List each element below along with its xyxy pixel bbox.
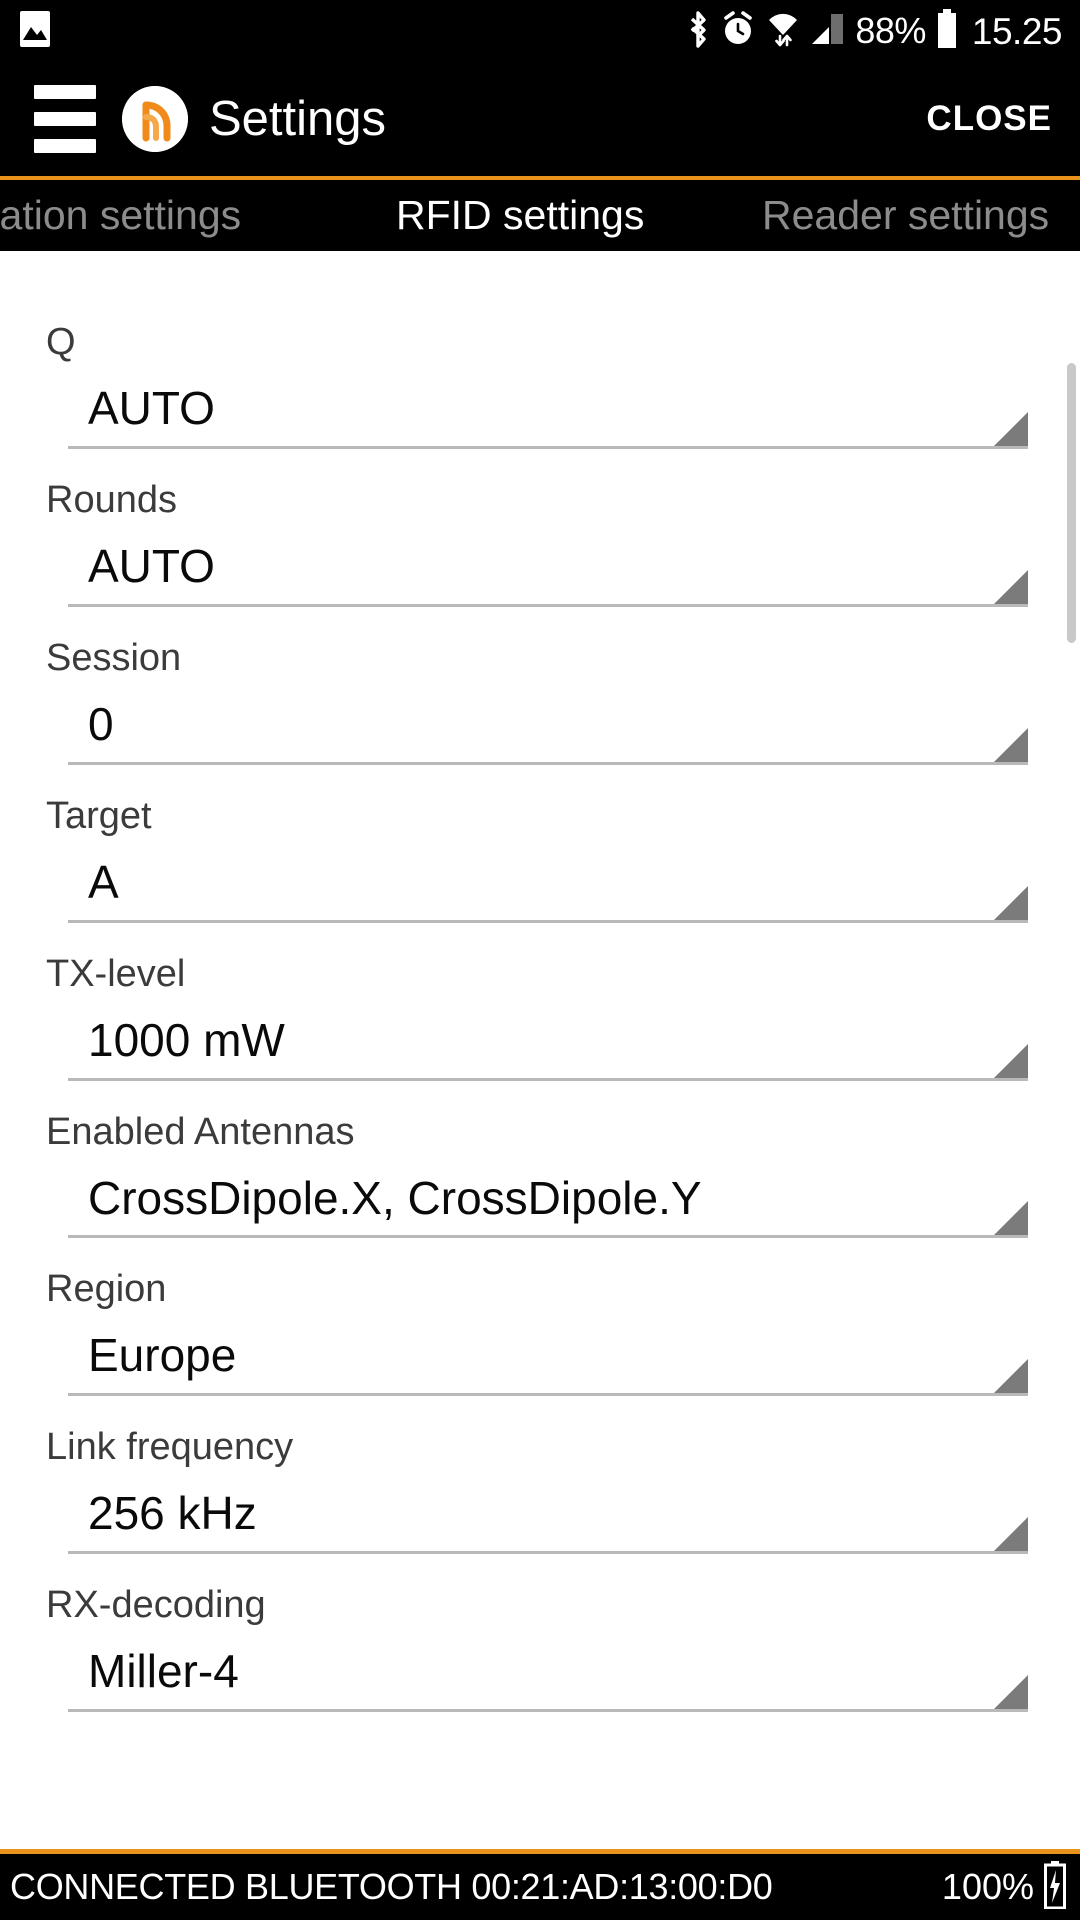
field-label: TX-level (46, 952, 186, 995)
field-label: Session (46, 636, 182, 679)
battery-icon (1044, 1860, 1066, 1914)
field-rx-decoding: RX-decoding Miller-4 (0, 1586, 1080, 1728)
chevron-down-icon (994, 727, 1028, 762)
field-label: Enabled Antennas (46, 1110, 355, 1153)
status-clock: 15.25 (971, 10, 1063, 52)
spinner-underline (68, 1359, 1028, 1397)
tab-bar: plication settings RFID settings Reader … (0, 180, 1080, 251)
spinner-session[interactable]: 0 (68, 697, 1028, 781)
spinner-link-frequency[interactable]: 256 kHz (68, 1490, 1028, 1570)
field-region: Region Europe (0, 1270, 1080, 1412)
spinner-enabled-antennas[interactable]: CrossDipole.X, CrossDipole.Y (68, 1171, 1028, 1255)
chevron-down-icon (994, 411, 1028, 446)
chevron-down-icon (994, 1675, 1028, 1710)
rfid-settings-form: Q AUTO Rounds AUTO Session 0 Target A TX… (0, 251, 1080, 1728)
connection-status-bar: CONNECTED BLUETOOTH 00:21:AD:13:00:D0 10… (0, 1854, 1080, 1920)
image-icon (18, 10, 52, 53)
spinner-region[interactable]: Europe (68, 1332, 1028, 1412)
spinner-q[interactable]: AUTO (68, 385, 1028, 465)
rfid-waves-logo-icon (122, 86, 188, 152)
spinner-value: Miller-4 (88, 1645, 239, 1698)
tab-application-settings[interactable]: plication settings (0, 195, 241, 236)
spinner-value: 256 kHz (88, 1487, 257, 1540)
connection-status-text: CONNECTED BLUETOOTH 00:21:AD:13:00:D0 (10, 1866, 773, 1907)
field-link-frequency: Link frequency 256 kHz (0, 1428, 1080, 1570)
spinner-value: Europe (88, 1329, 237, 1382)
chevron-down-icon (994, 885, 1028, 920)
cell-signal-icon (810, 10, 846, 53)
field-q: Q AUTO (0, 323, 1080, 465)
spinner-underline (68, 1043, 1028, 1081)
app-header: Settings CLOSE (0, 62, 1080, 176)
spinner-underline (68, 1517, 1028, 1555)
field-target: Target A (0, 797, 1080, 939)
field-label: Link frequency (46, 1426, 294, 1469)
field-rounds: Rounds AUTO (0, 481, 1080, 623)
wifi-icon (765, 9, 801, 54)
alarm-icon (720, 10, 756, 53)
spinner-underline (68, 885, 1028, 923)
spinner-value: AUTO (88, 382, 215, 434)
spinner-underline (68, 1675, 1028, 1713)
tab-rfid-settings[interactable]: RFID settings (396, 195, 644, 236)
spinner-value: 1000 mW (88, 1013, 285, 1066)
system-status-bar: 88% 15.25 (0, 0, 1080, 62)
spinner-rounds[interactable]: AUTO (68, 539, 1028, 623)
spinner-underline (68, 411, 1028, 449)
field-tx-level: TX-level 1000 mW (0, 955, 1080, 1097)
close-button[interactable]: CLOSE (926, 99, 1052, 139)
chevron-down-icon (994, 569, 1028, 604)
field-label: Q (46, 321, 76, 363)
spinner-value: AUTO (88, 539, 215, 592)
chevron-down-icon (994, 1201, 1028, 1236)
field-session: Session 0 (0, 639, 1080, 781)
hamburger-menu-icon[interactable] (34, 85, 96, 153)
field-label: Rounds (46, 478, 177, 521)
spinner-value: 0 (88, 697, 114, 750)
field-label: Region (46, 1268, 167, 1311)
settings-content: Q AUTO Rounds AUTO Session 0 Target A TX… (0, 251, 1080, 1856)
field-enabled-antennas: Enabled Antennas CrossDipole.X, CrossDip… (0, 1113, 1080, 1255)
spinner-underline (68, 727, 1028, 765)
spinner-value: CrossDipole.X, CrossDipole.Y (88, 1171, 702, 1224)
status-battery-percent: 88% (855, 10, 926, 51)
spinner-underline (68, 1201, 1028, 1239)
reader-battery-percent: 100% (941, 1866, 1034, 1907)
spinner-underline (68, 569, 1028, 607)
field-label: RX-decoding (46, 1584, 266, 1627)
page-title: Settings (209, 91, 387, 146)
battery-icon (935, 8, 959, 54)
field-label: Target (46, 794, 152, 837)
chevron-down-icon (994, 1517, 1028, 1552)
bluetooth-icon (685, 9, 711, 54)
tab-reader-settings[interactable]: Reader settings (762, 195, 1049, 236)
spinner-target[interactable]: A (68, 855, 1028, 939)
chevron-down-icon (994, 1043, 1028, 1078)
spinner-rx-decoding[interactable]: Miller-4 (68, 1648, 1028, 1728)
spinner-tx-level[interactable]: 1000 mW (68, 1013, 1028, 1097)
chevron-down-icon (994, 1359, 1028, 1394)
spinner-value: A (88, 855, 119, 908)
